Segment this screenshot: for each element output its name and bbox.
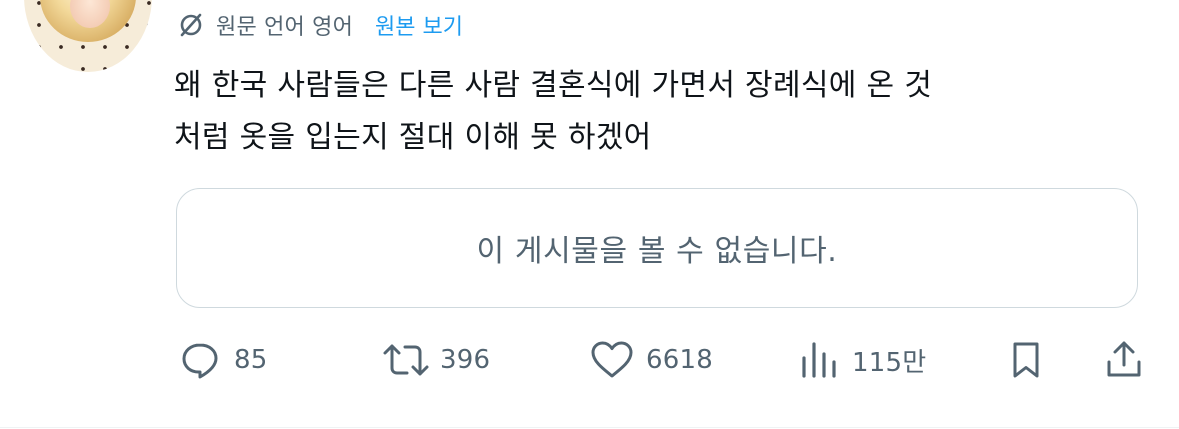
heart-icon	[590, 340, 634, 380]
translate-icon	[176, 10, 206, 40]
unavailable-message: 이 게시물을 볼 수 없습니다.	[476, 234, 838, 269]
share-icon	[1104, 340, 1144, 380]
tweet-text-line: 처럼 옷을 입는지 절대 이해 못 하겠어	[174, 120, 652, 155]
tweet-text: 왜 한국 사람들은 다른 사람 결혼식에 가면서 장례식에 온 것 처럼 옷을 …	[174, 60, 1149, 164]
repost-count: 396	[440, 345, 491, 375]
share-button[interactable]	[1104, 330, 1144, 390]
show-original-link[interactable]: 원본 보기	[375, 9, 463, 41]
views-chart-icon	[800, 340, 838, 380]
avatar[interactable]	[24, 0, 152, 72]
divider	[0, 427, 1179, 428]
reply-count: 85	[234, 345, 268, 375]
like-count: 6618	[646, 345, 713, 375]
view-count: 115만	[852, 347, 927, 378]
bookmark-icon	[1006, 340, 1046, 380]
translation-bar: 원문 언어 영어 원본 보기	[176, 8, 463, 42]
views-button[interactable]: 115만	[800, 330, 926, 390]
repost-button[interactable]: 396	[382, 330, 490, 390]
action-bar: 85 396 6618 115만	[176, 330, 1148, 390]
reply-icon	[180, 340, 220, 380]
repost-icon	[382, 340, 430, 380]
tweet-text-line: 왜 한국 사람들은 다른 사람 결혼식에 가면서 장례식에 온 것	[174, 68, 933, 103]
translation-source-label: 원문 언어 영어	[216, 15, 354, 40]
tweet-detail: 원문 언어 영어 원본 보기 왜 한국 사람들은 다른 사람 결혼식에 가면서 …	[0, 0, 1179, 429]
unavailable-quoted-post: 이 게시물을 볼 수 없습니다.	[176, 188, 1138, 308]
bookmark-button[interactable]	[1006, 330, 1046, 390]
reply-button[interactable]: 85	[180, 330, 267, 390]
like-button[interactable]: 6618	[590, 330, 713, 390]
